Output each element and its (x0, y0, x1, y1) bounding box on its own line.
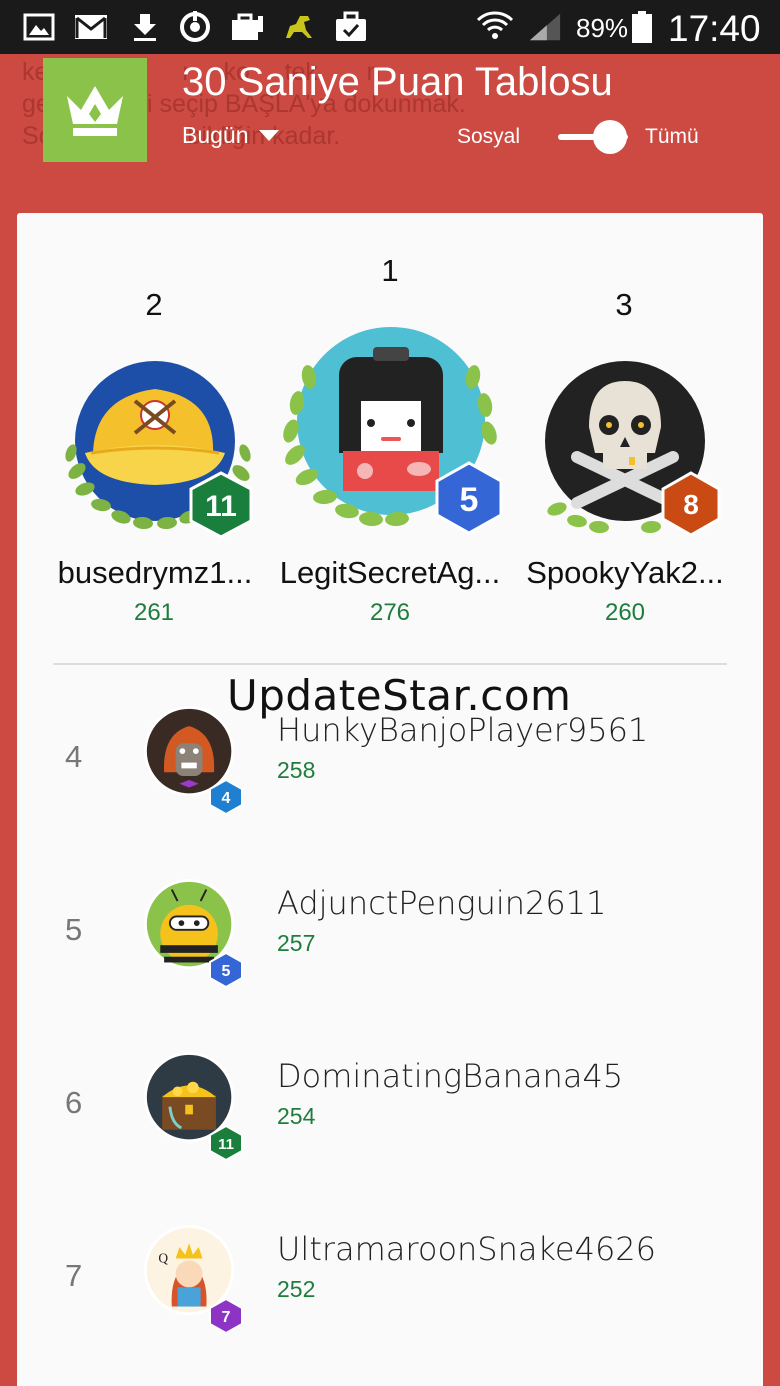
podium-name: LegitSecretAg... (279, 555, 501, 590)
period-dropdown[interactable]: Bugün (182, 122, 279, 149)
page-title: 30 Saniye Puan Tablosu (182, 60, 613, 104)
row-name: DominatingBanana45 (277, 1057, 624, 1095)
leaderboard-row[interactable]: 5 5 AdjunctPenguin2611 257 (17, 858, 763, 1008)
clock: 17:40 (668, 8, 761, 49)
row-score: 252 (277, 1276, 316, 1302)
leaderboard-row[interactable]: 4 4 HunkyBanjoPlayer9561 258 (17, 685, 763, 835)
podium-score: 260 (604, 599, 646, 626)
row-score: 257 (277, 930, 316, 956)
all-label: Tümü (645, 125, 699, 148)
level-text: 4 (222, 790, 231, 807)
download-icon (128, 11, 162, 43)
crown-logo (43, 58, 147, 162)
divider (53, 663, 727, 665)
podium-score: 261 (133, 599, 175, 626)
podium: 2 11 busedrymz1... 261 1 5 LegitSecretAg… (17, 213, 763, 663)
level-text: 7 (222, 1309, 231, 1326)
podium-score: 276 (369, 599, 411, 626)
dropdown-arrow-icon (258, 130, 279, 141)
level-badge: 11 (209, 1125, 243, 1161)
row-name: HunkyBanjoPlayer9561 (277, 711, 649, 749)
svg-text:Q: Q (158, 1250, 168, 1265)
row-rank: 4 (65, 739, 83, 774)
briefcase-icon (230, 11, 264, 43)
sync-icon (178, 11, 212, 43)
game-icon (282, 11, 316, 43)
level-badge: 5 (209, 952, 243, 988)
podium-name: SpookyYak2... (526, 555, 724, 590)
level-badge: 8 (661, 471, 721, 537)
row-name: AdjunctPenguin2611 (277, 884, 607, 922)
period-label: Bugün (182, 122, 249, 148)
status-bar: 89% 17:40 (0, 0, 780, 54)
battery-icon (630, 11, 654, 43)
level-badge: 5 (435, 461, 503, 535)
podium-rank: 2 (145, 287, 163, 322)
row-rank: 5 (65, 912, 83, 947)
leaderboard-row[interactable]: 6 11 DominatingBanana45 254 (17, 1031, 763, 1181)
podium-name: busedrymz1... (57, 555, 253, 590)
level-text: 8 (683, 489, 699, 520)
work-bag-icon (334, 11, 368, 43)
level-badge: 7 (209, 1298, 243, 1334)
toggle-knob (593, 120, 627, 154)
row-rank: 7 (65, 1258, 83, 1293)
social-label: Sosyal (457, 125, 521, 148)
wifi-icon (476, 11, 514, 43)
level-text: 11 (218, 1136, 234, 1153)
level-badge: 4 (209, 779, 243, 815)
level-badge: 11 (189, 471, 253, 539)
gmail-icon (74, 11, 108, 43)
row-score: 254 (277, 1103, 316, 1129)
row-name: UltramaroonSnake4626 (277, 1230, 657, 1268)
battery-percent: 89% (576, 13, 629, 43)
leaderboard-row[interactable]: 7 Q 7 UltramaroonSnake4626 252 (17, 1204, 763, 1354)
crown-icon (67, 86, 123, 136)
podium-rank: 1 (381, 253, 399, 288)
level-text: 5 (460, 481, 479, 519)
row-rank: 6 (65, 1085, 83, 1120)
signal-icon (528, 11, 562, 43)
level-text: 5 (222, 963, 231, 980)
leaderboard-card: 2 11 busedrymz1... 261 1 5 LegitSecretAg… (17, 213, 763, 1386)
level-text: 11 (205, 490, 237, 523)
gallery-icon (22, 11, 56, 43)
row-score: 258 (277, 757, 316, 783)
podium-rank: 3 (615, 287, 633, 322)
social-all-toggle[interactable] (556, 119, 632, 155)
